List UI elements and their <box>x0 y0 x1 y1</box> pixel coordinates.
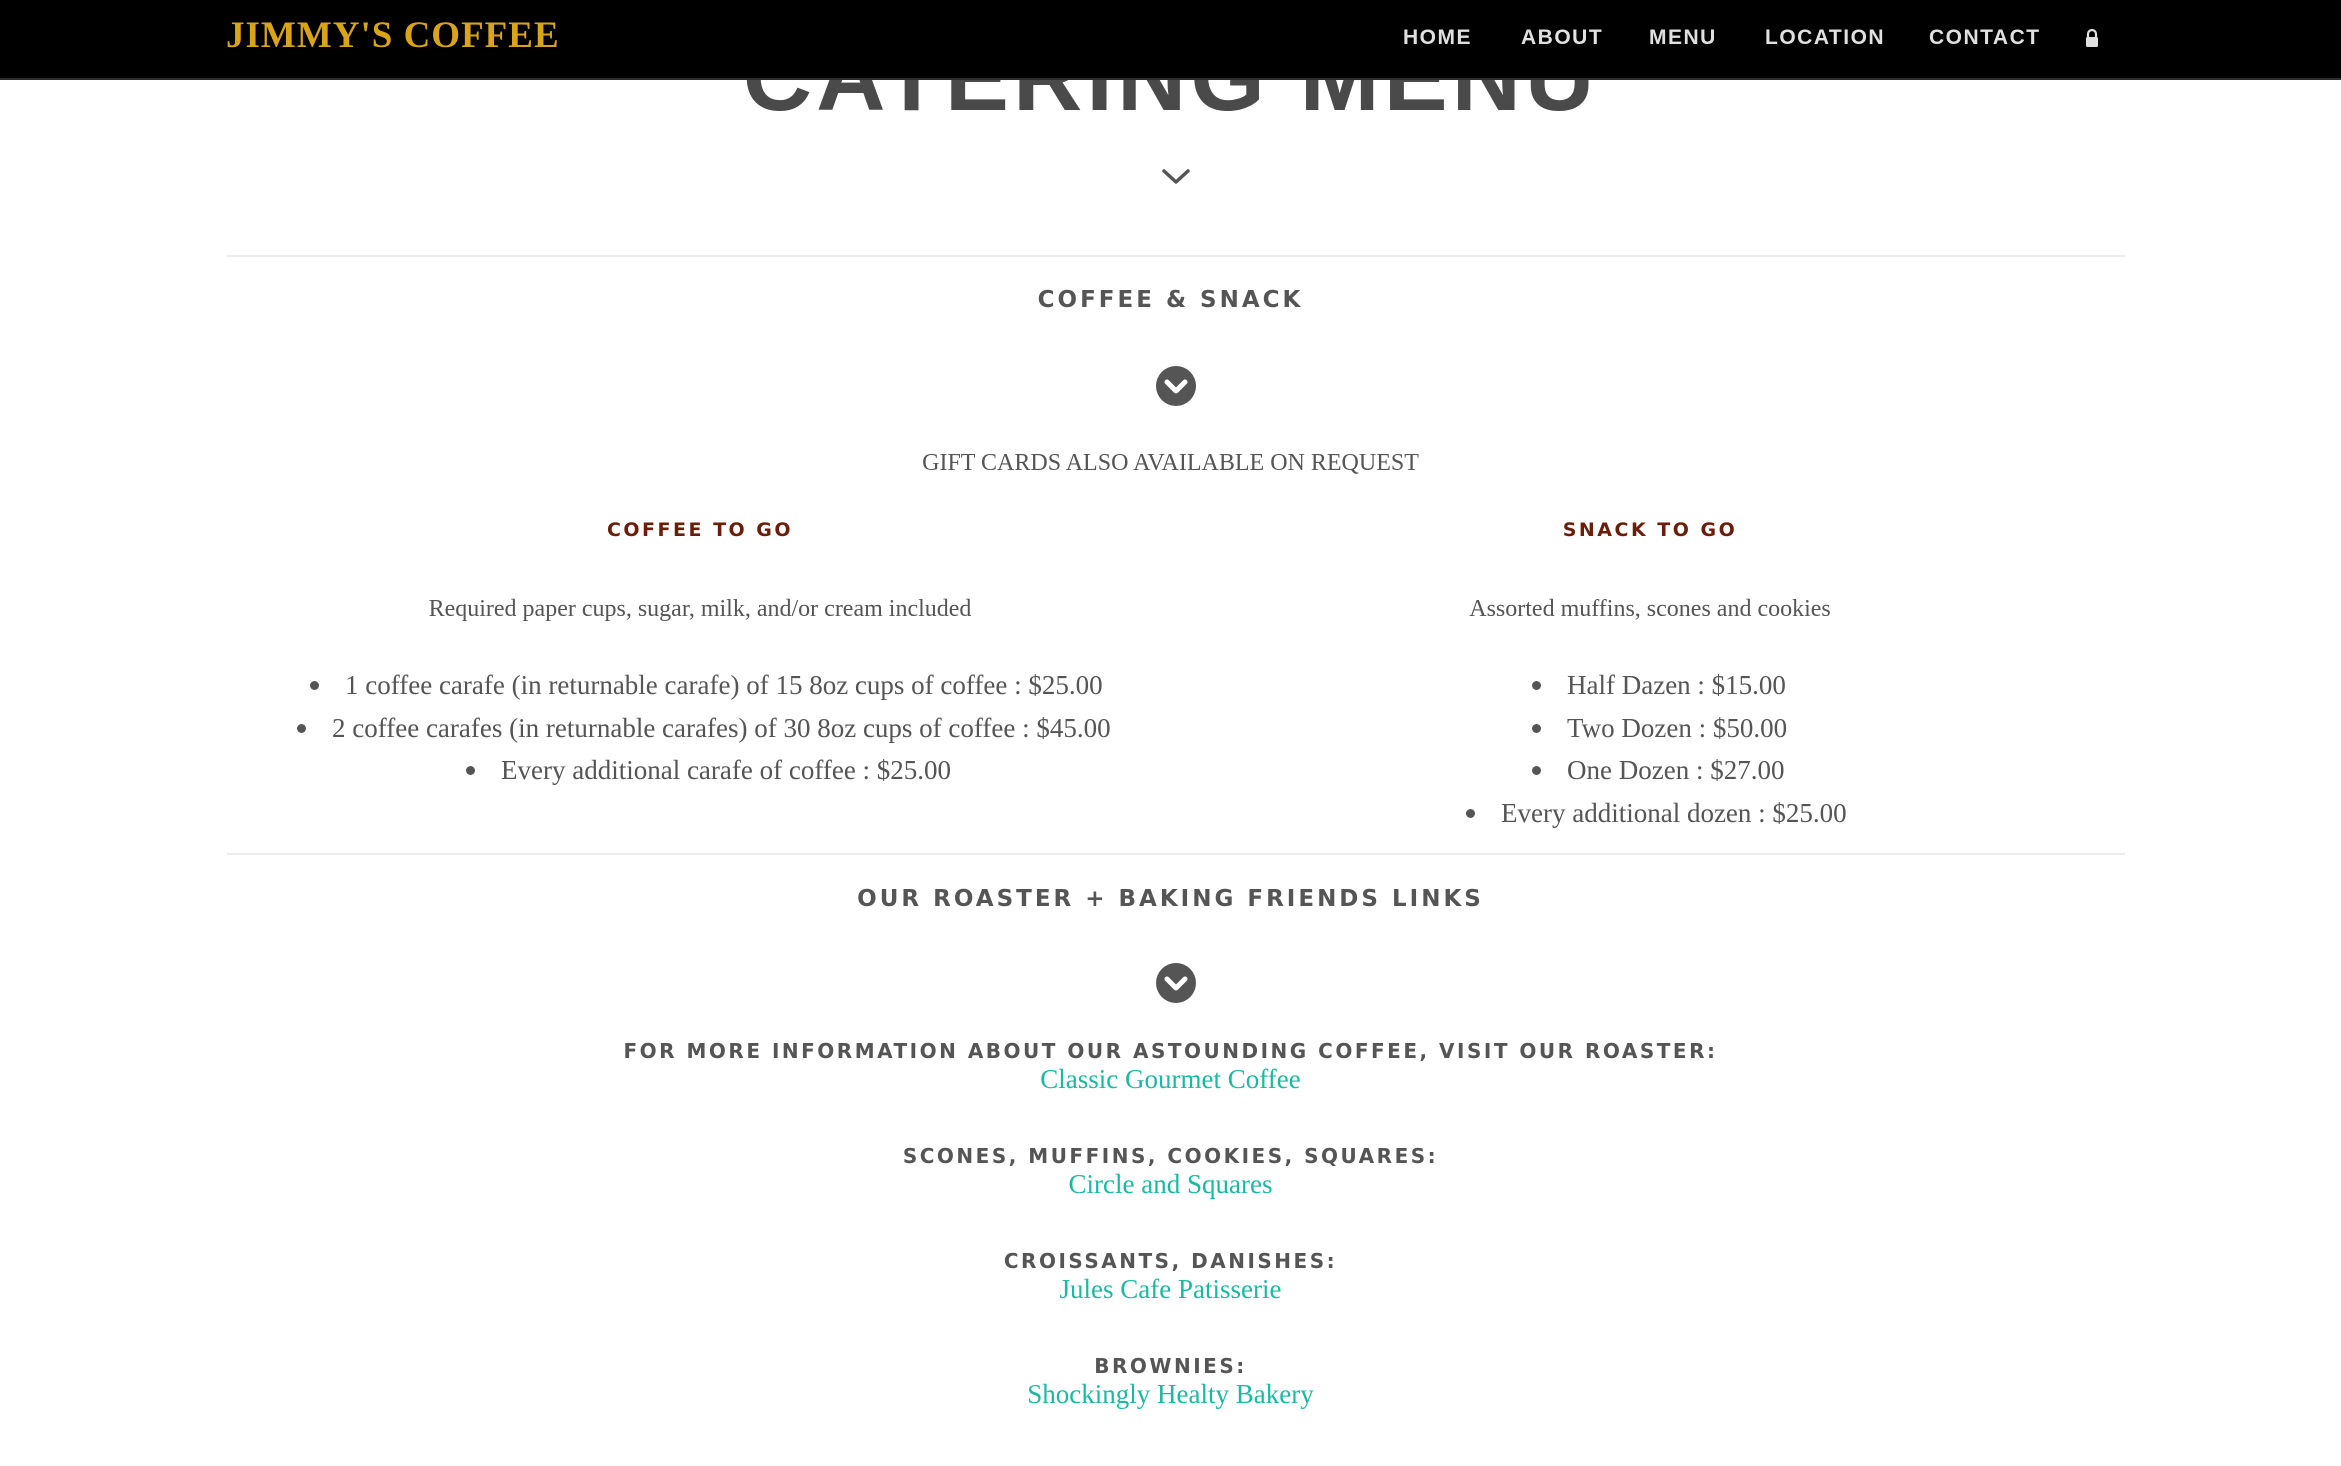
chevron-down-icon[interactable] <box>1160 166 1192 188</box>
brownies-link[interactable]: Shockingly Healty Bakery <box>0 1379 2341 1410</box>
lock-icon[interactable] <box>2084 28 2100 48</box>
brownies-label: BROWNIES: <box>1094 1354 1247 1378</box>
divider <box>227 255 2125 257</box>
section-heading-coffee-snack: COFFEE & SNACK <box>1037 287 1304 313</box>
gift-card-note: GIFT CARDS ALSO AVAILABLE ON REQUEST <box>922 450 1419 476</box>
roaster-label: FOR MORE INFORMATION ABOUT OUR ASTOUNDIN… <box>623 1039 1718 1063</box>
nav-location[interactable]: LOCATION <box>1765 26 1885 50</box>
nav-contact[interactable]: CONTACT <box>1929 26 2041 50</box>
coffee-note: Required paper cups, sugar, milk, and/or… <box>428 596 972 622</box>
circle-chevron-down-icon[interactable] <box>1156 963 1196 1003</box>
list-item: Every additional dozen : $25.00 <box>1466 798 1847 829</box>
brand-logo[interactable]: JIMMY'S COFFEE <box>226 14 560 57</box>
snack-to-go-heading: SNACK TO GO <box>1562 519 1738 541</box>
list-item: One Dozen : $27.00 <box>1532 755 1784 786</box>
scones-link[interactable]: Circle and Squares <box>0 1169 2341 1200</box>
coffee-to-go-heading: COFFEE TO GO <box>606 519 794 541</box>
snack-note: Assorted muffins, scones and cookies <box>1469 596 1831 622</box>
list-item: 1 coffee carafe (in returnable carafe) o… <box>310 670 1103 701</box>
roaster-link[interactable]: Classic Gourmet Coffee <box>0 1064 2341 1095</box>
nav-menu[interactable]: MENU <box>1649 26 1717 50</box>
list-item: Two Dozen : $50.00 <box>1532 713 1787 744</box>
list-item: Every additional carafe of coffee : $25.… <box>466 755 951 786</box>
list-item: 2 coffee carafes (in returnable carafes)… <box>297 713 1111 744</box>
list-item: Half Dazen : $15.00 <box>1532 670 1786 701</box>
divider <box>227 853 2125 855</box>
nav-about[interactable]: ABOUT <box>1521 26 1603 50</box>
top-navbar: JIMMY'S COFFEE HOME ABOUT MENU LOCATION … <box>0 0 2341 80</box>
nav-home[interactable]: HOME <box>1403 26 1472 50</box>
scones-label: SCONES, MUFFINS, COOKIES, SQUARES: <box>902 1144 1439 1168</box>
croissants-label: CROISSANTS, DANISHES: <box>1003 1249 1338 1273</box>
page: CATERING MENU JIMMY'S COFFEE HOME ABOUT … <box>0 0 2341 1466</box>
section-heading-links: OUR ROASTER + BAKING FRIENDS LINKS <box>857 886 1484 912</box>
circle-chevron-down-icon[interactable] <box>1156 366 1196 406</box>
croissants-link[interactable]: Jules Cafe Patisserie <box>0 1274 2341 1305</box>
